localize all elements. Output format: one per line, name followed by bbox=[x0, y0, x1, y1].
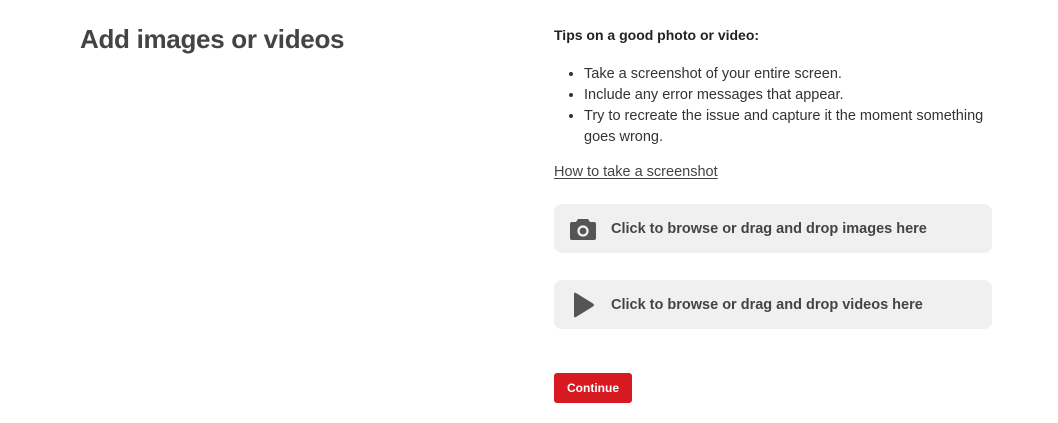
image-drop-zone[interactable]: Click to browse or drag and drop images … bbox=[554, 204, 992, 253]
tips-heading: Tips on a good photo or video: bbox=[554, 27, 760, 43]
continue-button[interactable]: Continue bbox=[554, 373, 632, 403]
tip-item-recreate-issue: Try to recreate the issue and capture it… bbox=[584, 106, 984, 148]
page-title: Add images or videos bbox=[80, 24, 345, 54]
tip-item-screenshot: Take a screenshot of your entire screen. bbox=[584, 64, 984, 85]
video-drop-zone[interactable]: Click to browse or drag and drop videos … bbox=[554, 280, 992, 329]
how-to-screenshot-link[interactable]: How to take a screenshot bbox=[554, 164, 718, 180]
tip-item-error-messages: Include any error messages that appear. bbox=[584, 85, 984, 106]
camera-icon bbox=[568, 214, 598, 244]
image-drop-zone-label: Click to browse or drag and drop images … bbox=[611, 220, 927, 237]
video-drop-zone-label: Click to browse or drag and drop videos … bbox=[611, 296, 923, 313]
tips-list: Take a screenshot of your entire screen.… bbox=[554, 64, 984, 148]
play-icon bbox=[568, 290, 598, 320]
